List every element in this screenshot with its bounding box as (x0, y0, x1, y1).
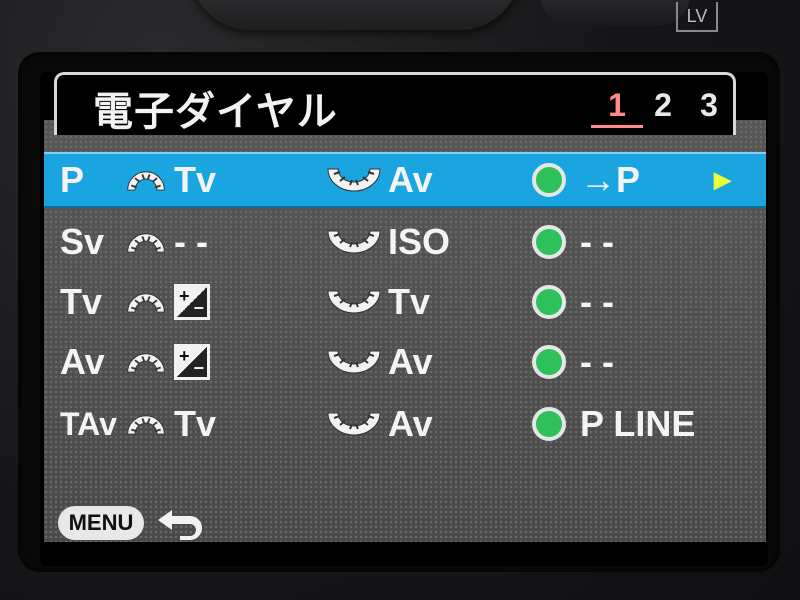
green-button-icon (532, 152, 566, 208)
return-arrow-icon[interactable] (150, 502, 210, 546)
green-button-value: P LINE (580, 403, 696, 444)
front-dial-value: + − (174, 274, 210, 330)
mode-label: P (60, 159, 85, 200)
front-dial-icon (124, 396, 168, 452)
rear-dial-icon (324, 334, 384, 390)
front-dial-value: Tv (174, 159, 217, 200)
rear-dial-icon (324, 274, 384, 330)
lcd-screen: 電子ダイヤル 1 2 3 P Tv Av →P ▶ Sv - - ISO - -… (40, 72, 768, 566)
front-dial-value: + − (174, 334, 210, 390)
green-button-value: - - (580, 341, 614, 382)
front-dial-icon (124, 274, 168, 330)
dial-row-tv[interactable]: Tv + − Tv - - (44, 274, 766, 330)
front-dial-icon (124, 214, 168, 270)
tab-page-3[interactable]: 3 (697, 87, 721, 124)
menu-button[interactable]: MENU (58, 506, 144, 540)
rear-dial-value: Tv (388, 281, 431, 322)
tab-page-2[interactable]: 2 (651, 87, 675, 124)
rear-dial-icon (324, 152, 384, 208)
green-button-icon (532, 396, 566, 452)
menu-header: 電子ダイヤル 1 2 3 (54, 72, 736, 135)
camera-body: LV 電子ダイヤル 1 2 3 P Tv Av →P ▶ Sv - - ISO … (0, 0, 800, 600)
rear-dial-icon (324, 396, 384, 452)
rear-dial-value: ISO (388, 221, 451, 262)
dial-row-p[interactable]: P Tv Av →P ▶ (44, 152, 766, 208)
tab-page-1[interactable]: 1 (591, 87, 643, 128)
green-button-icon (532, 214, 566, 270)
mode-label: Sv (60, 221, 105, 262)
front-dial-icon (124, 334, 168, 390)
rear-dial-value: Av (388, 159, 433, 200)
green-button-value: →P (580, 159, 641, 200)
front-dial-icon (124, 152, 168, 208)
mode-label: Tv (60, 281, 103, 322)
exposure-compensation-icon: + − (174, 344, 210, 380)
rear-dial-value: Av (388, 403, 433, 444)
dial-row-av[interactable]: Av + − Av - - (44, 334, 766, 390)
rear-dial-value: Av (388, 341, 433, 382)
submenu-arrow-icon[interactable]: ▶ (714, 152, 731, 208)
dial-row-sv[interactable]: Sv - - ISO - - (44, 214, 766, 270)
dial-row-tav[interactable]: TAv Tv Av P LINE (44, 396, 766, 452)
green-button-icon (532, 334, 566, 390)
mode-dial (190, 0, 520, 30)
green-button-icon (532, 274, 566, 330)
exposure-compensation-icon: + − (174, 284, 210, 320)
rear-dial-icon (324, 214, 384, 270)
front-dial-value: - - (174, 221, 208, 262)
lv-button[interactable]: LV (676, 2, 718, 32)
page-tabs: 1 2 3 (591, 87, 721, 128)
green-button-value: - - (580, 281, 614, 322)
green-button-value: - - (580, 221, 614, 262)
menu-title: 電子ダイヤル (93, 89, 338, 135)
mode-label: TAv (60, 405, 117, 442)
front-dial-value: Tv (174, 403, 217, 444)
mode-label: Av (60, 341, 105, 382)
control-dial (540, 0, 690, 25)
